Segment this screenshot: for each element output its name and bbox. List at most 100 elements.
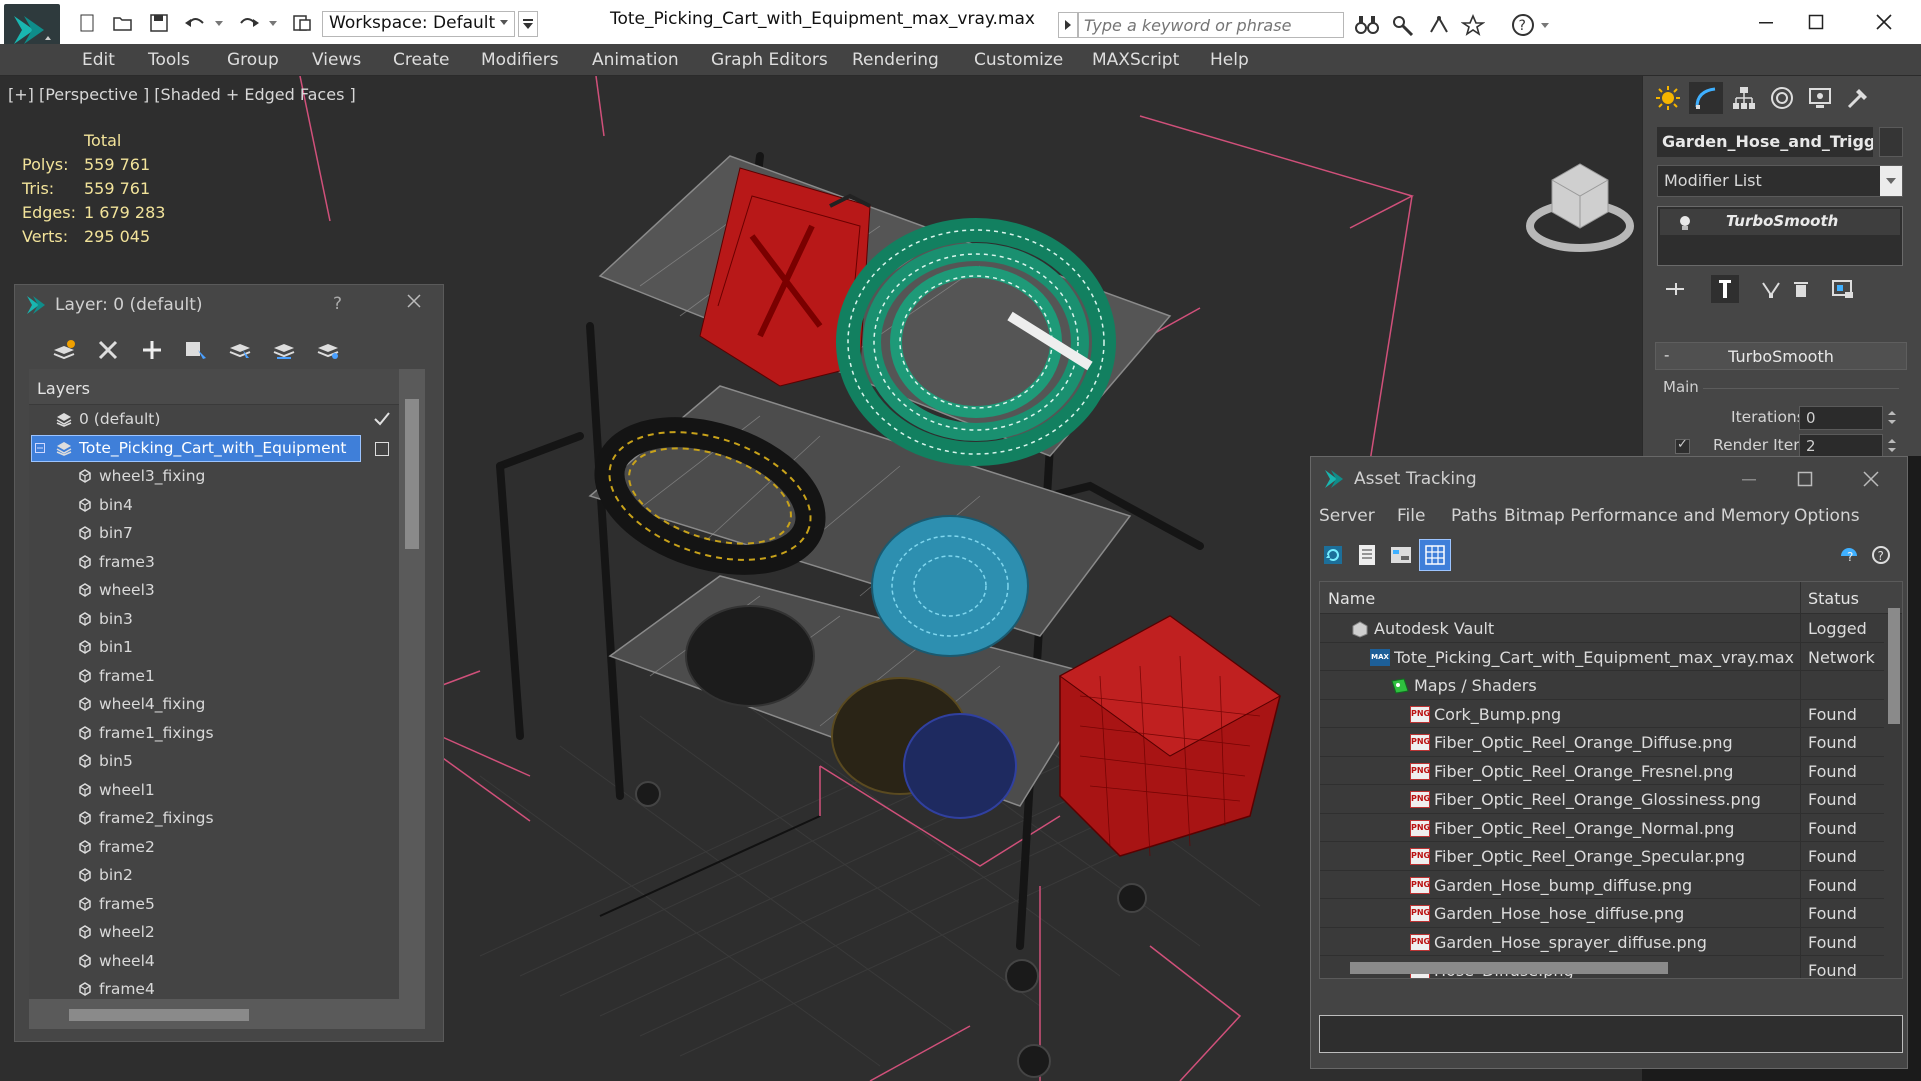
modify-tab-icon[interactable] bbox=[1689, 82, 1723, 114]
layer-object-row[interactable]: wheel2 bbox=[29, 918, 399, 947]
asset-row[interactable]: PNG Fiber_Optic_Reel_Orange_Normal.png Fou… bbox=[1320, 813, 1884, 842]
search-input[interactable] bbox=[1078, 12, 1344, 38]
layer-object-row[interactable]: frame4 bbox=[29, 975, 399, 999]
maximize-icon[interactable] bbox=[1785, 465, 1825, 493]
help-dropdown-icon[interactable] bbox=[1538, 13, 1552, 37]
stack-item-turbosmooth[interactable]: TurboSmooth bbox=[1660, 209, 1900, 235]
layer-object-row[interactable]: frame5 bbox=[29, 890, 399, 919]
help-topic-icon[interactable]: ? bbox=[1833, 539, 1865, 571]
menu-customize[interactable]: Customize bbox=[974, 50, 1063, 70]
lightbulb-icon[interactable] bbox=[1678, 215, 1692, 231]
layers-column-header[interactable]: Layers bbox=[29, 369, 399, 405]
layer-object-row[interactable]: bin5 bbox=[29, 747, 399, 776]
column-status[interactable]: Status bbox=[1808, 589, 1859, 608]
asset-row[interactable]: PNG Fiber_Optic_Reel_Orange_Fresnel.png Fo… bbox=[1320, 756, 1884, 785]
redo-dropdown-icon[interactable] bbox=[266, 11, 280, 35]
vertical-scrollbar[interactable] bbox=[1888, 608, 1900, 724]
select-layer-icon[interactable] bbox=[225, 335, 255, 365]
help-icon[interactable]: ? bbox=[1510, 13, 1536, 37]
layer-object-row[interactable]: frame2 bbox=[29, 833, 399, 862]
iterations-spinner[interactable]: 0 bbox=[1799, 406, 1883, 430]
asset-row[interactable]: PNG Cork_Bump.png Found bbox=[1320, 699, 1884, 728]
set-current-box[interactable] bbox=[375, 441, 389, 456]
add-to-layer-icon[interactable] bbox=[137, 335, 167, 365]
list-view-icon[interactable] bbox=[1351, 539, 1383, 571]
asset-row[interactable]: PNG Fiber_Optic_Reel_Orange_Specular.png F… bbox=[1320, 842, 1884, 871]
undo-icon[interactable] bbox=[182, 11, 208, 35]
undo-dropdown-icon[interactable] bbox=[212, 11, 226, 35]
horizontal-scrollbar[interactable] bbox=[1350, 962, 1668, 974]
open-file-icon[interactable] bbox=[110, 11, 136, 35]
menu-options[interactable]: Options bbox=[1794, 506, 1860, 526]
save-icon[interactable] bbox=[146, 11, 172, 35]
help-button[interactable]: ? bbox=[333, 294, 342, 314]
asset-row[interactable]: Maps / Shaders bbox=[1320, 671, 1884, 700]
hide-unhide-layers-icon[interactable] bbox=[313, 335, 343, 365]
configure-modifier-sets-icon[interactable] bbox=[1829, 275, 1857, 303]
object-name-field[interactable]: Garden_Hose_and_Trigger_Nozzle bbox=[1657, 127, 1873, 157]
close-icon[interactable] bbox=[1864, 8, 1904, 36]
object-color-swatch[interactable] bbox=[1879, 127, 1903, 157]
layer-object-row[interactable]: frame1 bbox=[29, 662, 399, 691]
motion-tab-icon[interactable] bbox=[1765, 82, 1799, 114]
menu-create[interactable]: Create bbox=[393, 50, 450, 70]
menu-maxscript[interactable]: MAXScript bbox=[1092, 50, 1179, 70]
layer-object-row[interactable]: wheel3_fixing bbox=[29, 462, 399, 491]
iterations-spinner-arrows[interactable] bbox=[1885, 406, 1899, 430]
asset-row[interactable]: PNG Fiber_Optic_Reel_Orange_Glossiness.pn… bbox=[1320, 785, 1884, 814]
utilities-tab-icon[interactable] bbox=[1841, 82, 1875, 114]
settings-help-icon[interactable]: ? bbox=[1865, 539, 1897, 571]
asset-row[interactable]: PNG Garden_Hose_sprayer_diffuse.png Found bbox=[1320, 927, 1884, 956]
menu-edit[interactable]: Edit bbox=[82, 50, 115, 70]
layer-object-row[interactable]: bin7 bbox=[29, 519, 399, 548]
menu-animation[interactable]: Animation bbox=[592, 50, 679, 70]
pin-stack-icon[interactable] bbox=[1661, 275, 1689, 303]
menu-tools[interactable]: Tools bbox=[148, 50, 190, 70]
render-iters-spinner-arrows[interactable] bbox=[1885, 434, 1899, 458]
horizontal-scrollbar[interactable] bbox=[69, 1009, 249, 1021]
asset-path-field[interactable] bbox=[1319, 1015, 1903, 1053]
asset-row[interactable]: MAX Tote_Picking_Cart_with_Equipment_max_… bbox=[1320, 642, 1884, 671]
refresh-icon[interactable] bbox=[1317, 539, 1349, 571]
layer-object-row[interactable]: wheel4_fixing bbox=[29, 690, 399, 719]
minimize-icon[interactable] bbox=[1746, 8, 1786, 36]
layer-object-row[interactable]: wheel1 bbox=[29, 776, 399, 805]
favorites-star-icon[interactable] bbox=[1460, 13, 1486, 37]
asset-row[interactable]: PNG Fiber_Optic_Reel_Orange_Diffuse.png Fo… bbox=[1320, 728, 1884, 757]
menu-group[interactable]: Group bbox=[227, 50, 279, 70]
workspace-select[interactable]: Workspace: Default bbox=[322, 11, 515, 37]
asset-row[interactable]: PNG Garden_Hose_hose_diffuse.png Found bbox=[1320, 899, 1884, 928]
menu-help[interactable]: Help bbox=[1210, 50, 1249, 70]
turbosmooth-rollout-header[interactable]: - TurboSmooth bbox=[1655, 342, 1907, 370]
search-expand-button[interactable] bbox=[1058, 12, 1078, 38]
layer-object-row[interactable]: frame2_fixings bbox=[29, 804, 399, 833]
layer-object-row[interactable]: wheel4 bbox=[29, 947, 399, 976]
key-tools-icon[interactable] bbox=[1390, 13, 1416, 37]
menu-server[interactable]: Server bbox=[1319, 506, 1375, 526]
render-iters-spinner[interactable]: 2 bbox=[1799, 434, 1883, 458]
menu-file[interactable]: File bbox=[1397, 506, 1425, 526]
menu-bitmap-performance[interactable]: Bitmap Performance and Memory bbox=[1504, 506, 1790, 526]
layer-panel-titlebar[interactable]: Layer: 0 (default) ? bbox=[15, 285, 443, 325]
new-layer-icon[interactable] bbox=[49, 335, 79, 365]
menu-views[interactable]: Views bbox=[312, 50, 361, 70]
layer-object-row[interactable]: bin1 bbox=[29, 633, 399, 662]
new-file-icon[interactable] bbox=[74, 11, 100, 35]
remove-modifier-icon[interactable] bbox=[1787, 275, 1815, 303]
viewport-label[interactable]: [+] [Perspective ] [Shaded + Edged Faces… bbox=[8, 85, 356, 104]
column-name[interactable]: Name bbox=[1328, 589, 1375, 608]
tree-view-icon[interactable] bbox=[1385, 539, 1417, 571]
render-iters-checkbox[interactable] bbox=[1675, 437, 1690, 454]
modifier-list-dropdown[interactable]: Modifier List bbox=[1657, 165, 1903, 197]
menu-modifiers[interactable]: Modifiers bbox=[481, 50, 559, 70]
delete-layer-icon[interactable] bbox=[93, 335, 123, 365]
vertical-scrollbar[interactable] bbox=[405, 399, 419, 549]
project-folder-icon[interactable] bbox=[290, 11, 316, 35]
redo-icon[interactable] bbox=[236, 11, 262, 35]
layer-object-row[interactable]: frame3 bbox=[29, 548, 399, 577]
connect-icon[interactable] bbox=[1426, 13, 1452, 37]
close-icon[interactable] bbox=[404, 291, 428, 315]
create-tab-icon[interactable] bbox=[1651, 82, 1685, 114]
make-unique-icon[interactable] bbox=[1757, 275, 1785, 303]
menu-rendering[interactable]: Rendering bbox=[852, 50, 939, 70]
